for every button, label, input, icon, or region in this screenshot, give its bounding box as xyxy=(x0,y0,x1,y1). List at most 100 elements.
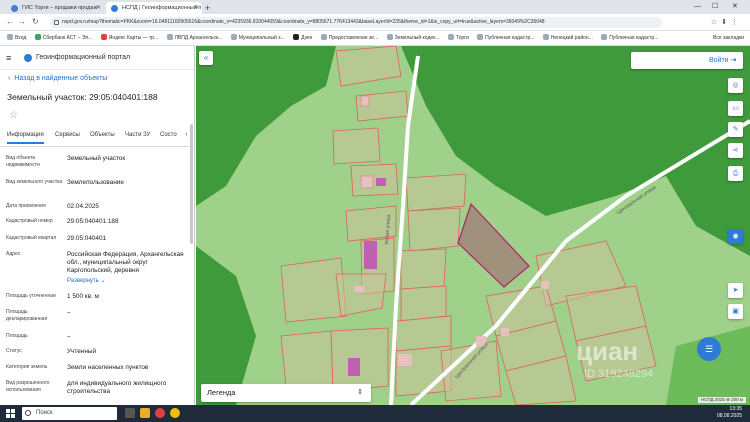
bookmark-item[interactable]: Муниципальный з... xyxy=(230,31,285,45)
parcel xyxy=(400,285,447,322)
field-key: Дата присвоения xyxy=(6,203,46,209)
measure-tool-icon[interactable]: ✎ xyxy=(728,122,743,137)
bookmark-label: Ненецкий район... xyxy=(550,35,593,41)
reload-icon[interactable]: ↻ xyxy=(32,16,39,28)
system-tray[interactable]: 13:35 08.08.2025 xyxy=(717,406,742,420)
bookmark-icon xyxy=(386,34,393,40)
parcel xyxy=(335,46,402,87)
login-button[interactable]: Войти ⇥ xyxy=(631,52,743,69)
bookmark-label: Яндекс Карты — тр... xyxy=(108,35,159,41)
bookmark-icon xyxy=(477,34,484,40)
tab-favicon-icon xyxy=(11,5,18,12)
panel-scrollbar[interactable] xyxy=(190,124,193,244)
new-tab-button[interactable]: + xyxy=(205,2,210,14)
tab-information[interactable]: Информация xyxy=(7,132,44,144)
task-view-icon[interactable] xyxy=(125,408,135,418)
browser-toolbar-icons[interactable]: ☆⬇⋮ xyxy=(711,17,742,28)
bookmark-item[interactable]: Публичная кадастр... xyxy=(477,31,534,45)
panel-tabs: Информация Сервисы Объекты Части ЗУ Сост… xyxy=(0,131,194,147)
minimize-button[interactable]: — xyxy=(694,1,701,13)
bookmarks-bar: Вход Сбербанк АСТ – Эл... Яндекс Карты —… xyxy=(0,31,750,46)
legend-dropdown[interactable]: Легенда ⇕ xyxy=(201,384,371,402)
chevron-updown-icon: ⇕ xyxy=(357,389,363,396)
bookmark-item[interactable]: Публичная кадастр... xyxy=(601,31,659,45)
search-placeholder: Поиск xyxy=(36,410,53,416)
expand-address-link[interactable]: Развернуть ⌄ xyxy=(67,277,106,284)
file-explorer-icon[interactable] xyxy=(140,408,150,418)
map-canvas[interactable]: Новая улица Центральная улица Центральна… xyxy=(196,46,750,405)
object-title: Земельный участок: 29:05:040401:188 xyxy=(7,92,158,102)
field-value: Земельный участок xyxy=(67,155,126,162)
bookmark-label: Вход xyxy=(15,35,27,41)
bookmark-item[interactable]: Земельный кодек... xyxy=(386,31,440,45)
taskbar-search-input[interactable]: Поиск xyxy=(22,407,117,420)
back-to-results-link[interactable]: ‹ Назад в найденные объекты xyxy=(8,75,107,82)
bookmark-item[interactable]: Вход xyxy=(7,31,27,45)
bookmark-item[interactable]: Сбербанк АСТ – Эл... xyxy=(34,31,92,45)
screen-tool-icon[interactable]: ▣ xyxy=(728,304,743,319)
tab-objects[interactable]: Объекты xyxy=(90,132,115,138)
field-key: Кадастровый номер xyxy=(6,218,53,224)
tab-parts[interactable]: Части ЗУ xyxy=(125,132,150,138)
bookmark-item[interactable]: Яндекс Карты — тр... xyxy=(100,31,159,45)
field-value: – xyxy=(67,333,71,340)
watermark-logo: циан xyxy=(576,336,639,366)
bookmark-item[interactable]: Дзен xyxy=(293,31,312,45)
building xyxy=(501,328,509,336)
browser-tab-bar: ГИС Торги – продажи продаж ✕ НСПД | Геои… xyxy=(0,0,750,14)
bookmark-label: Публичная кадастр... xyxy=(609,35,659,41)
locate-icon[interactable]: ➤ xyxy=(728,283,743,298)
bookmark-label: Предоставление зе... xyxy=(328,35,379,41)
field-value: для индивидуального жилищного строительс… xyxy=(67,380,167,395)
browser-tab-gis-torgi[interactable]: ГИС Торги – продажи продаж ✕ xyxy=(6,2,104,14)
yandex-browser-icon[interactable] xyxy=(155,408,165,418)
bookmark-item[interactable]: ЛВПД Архангельск... xyxy=(166,31,222,45)
url-input[interactable]: nspd.gov.ru/map?thematic=PKK&zoom=16.048… xyxy=(50,17,662,28)
field-value: Учтенный xyxy=(67,348,97,355)
bookmark-item[interactable]: Торги xyxy=(447,31,469,45)
menu-icon[interactable]: ≡ xyxy=(6,54,11,63)
all-bookmarks-button[interactable]: Все закладки xyxy=(713,31,744,45)
tab-state[interactable]: Состо xyxy=(160,132,177,138)
bookmark-icon xyxy=(166,34,173,40)
search-icon xyxy=(25,410,31,416)
all-bookmarks-label: Все закладки xyxy=(713,35,744,41)
bookmark-label: Земельный кодек... xyxy=(394,35,440,41)
tab-services[interactable]: Сервисы xyxy=(55,132,80,138)
collapse-panel-button[interactable]: « xyxy=(199,51,213,65)
forest-area xyxy=(196,246,256,405)
layers-tool-icon[interactable]: ◎ xyxy=(728,78,743,93)
url-text: nspd.gov.ru/map?thematic=PKK&zoom=16.048… xyxy=(62,19,545,25)
browser-tab-nspd[interactable]: НСПД | Геоинформационный п ✕ xyxy=(106,2,202,14)
tab-label: НСПД | Геоинформационный п xyxy=(122,5,202,11)
close-window-button[interactable]: ✕ xyxy=(732,1,738,13)
assistant-icon[interactable]: ◉ xyxy=(728,229,743,244)
chrome-icon[interactable] xyxy=(170,408,180,418)
maximize-button[interactable]: ☐ xyxy=(712,1,718,13)
field-value: Землепользование xyxy=(67,179,124,186)
bookmark-item[interactable]: Ненецкий район... xyxy=(542,31,593,45)
bookmark-label: Муниципальный з... xyxy=(238,35,285,41)
field-key: Площадь уточненная xyxy=(6,293,56,299)
close-tab-icon[interactable]: ✕ xyxy=(194,2,199,14)
field-value: – xyxy=(67,309,71,316)
forward-icon[interactable]: → xyxy=(18,16,26,28)
chat-icon[interactable]: ☰ xyxy=(697,337,721,361)
field-value: 02.04.2025 xyxy=(67,203,99,210)
print-tool-icon[interactable]: ⎙ xyxy=(728,166,743,181)
start-windows-icon[interactable] xyxy=(6,409,15,418)
back-icon[interactable]: ← xyxy=(6,16,14,28)
share-tool-icon[interactable]: ⋖ xyxy=(728,143,743,158)
tab-label: ГИС Торги – продажи продаж xyxy=(22,5,98,11)
clock-date: 08.08.2025 xyxy=(716,413,742,419)
base-map-tool-icon[interactable]: ▭ xyxy=(728,101,743,116)
bookmark-icon xyxy=(601,34,608,40)
favorite-star-icon[interactable]: ☆ xyxy=(9,110,18,121)
parcel xyxy=(280,257,347,323)
close-tab-icon[interactable]: ✕ xyxy=(96,2,101,14)
parcel xyxy=(407,207,461,252)
bookmark-item[interactable]: Предоставление зе... xyxy=(320,31,379,45)
bookmark-icon xyxy=(7,34,13,40)
building xyxy=(376,178,386,186)
parcel xyxy=(395,315,452,352)
